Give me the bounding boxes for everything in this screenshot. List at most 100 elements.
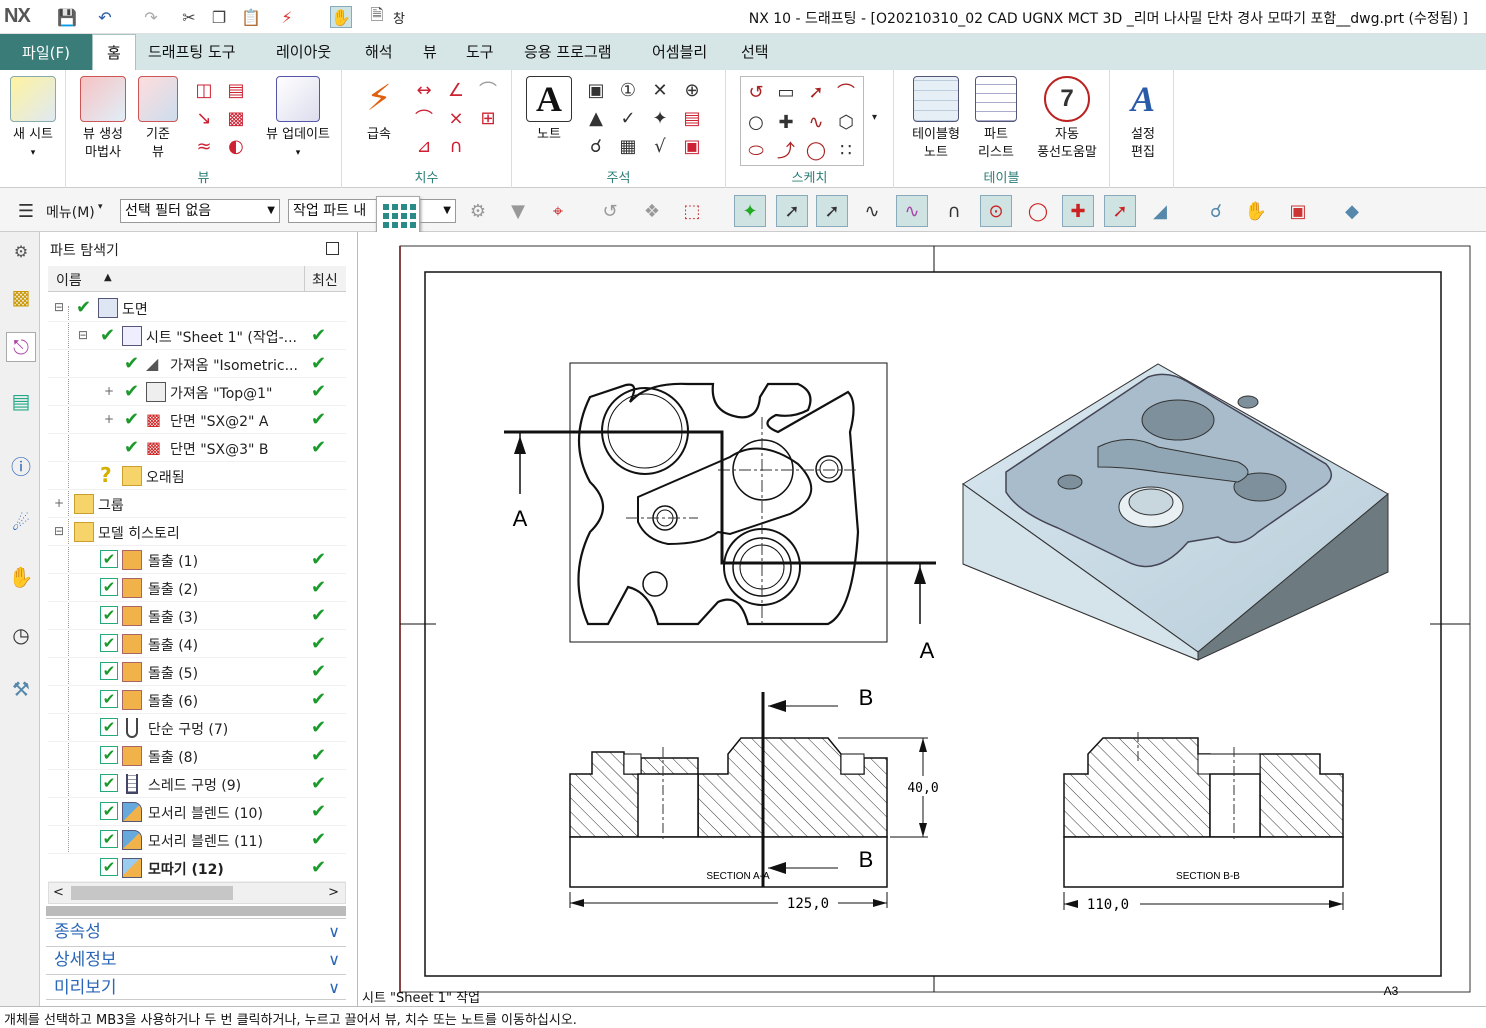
- tab-analysis[interactable]: 해석: [365, 34, 393, 70]
- surface-finish-icon[interactable]: ✓: [616, 106, 640, 130]
- shade-mode-icon[interactable]: ◆: [1336, 195, 1368, 227]
- visibility-checkbox[interactable]: ✔: [100, 550, 118, 568]
- window-icon[interactable]: 🗎: [366, 5, 388, 28]
- settings-gear-icon[interactable]: ⚙: [6, 236, 36, 266]
- rectangle-select-icon[interactable]: ⬚: [676, 195, 708, 227]
- expand-icon[interactable]: +: [54, 496, 64, 510]
- tree-node-extrude-8[interactable]: ✔ 돌출 (8) ✔: [48, 742, 346, 770]
- tree-node-extrude-6[interactable]: ✔ 돌출 (6) ✔: [48, 686, 346, 714]
- tree-node-view-top[interactable]: + ✔ 가져옴 "Top@1" ✔: [48, 378, 346, 406]
- selection-filter-dropdown[interactable]: 선택 필터 없음 ▼: [120, 199, 280, 223]
- centerline-cross-icon[interactable]: ✕: [648, 78, 672, 102]
- new-sheet-button[interactable]: 새 시트 ▾: [6, 76, 60, 162]
- mid-point-icon[interactable]: ➚: [816, 195, 848, 227]
- splitter[interactable]: [46, 906, 346, 916]
- arc-length-icon[interactable]: ⌒: [476, 78, 500, 102]
- undo-icon[interactable]: ↶: [94, 6, 116, 28]
- preview-panel[interactable]: 미리보기 ∨: [46, 974, 346, 1000]
- tree-node-simple-hole[interactable]: ✔ 단순 구멍 (7) ✔: [48, 714, 346, 742]
- pattern-select-icon[interactable]: ❖: [636, 195, 668, 227]
- offset-curve-icon[interactable]: ◯: [804, 138, 828, 162]
- collapse-icon[interactable]: ⊟: [54, 524, 64, 538]
- visibility-checkbox[interactable]: ✔: [100, 718, 118, 736]
- tree-node-drawing[interactable]: ⊟ ✔ 도면: [48, 294, 346, 322]
- visibility-checkbox[interactable]: ✔: [100, 830, 118, 848]
- reuse-library-icon[interactable]: ▤: [6, 386, 36, 416]
- touch-mode-icon[interactable]: ✋: [330, 6, 352, 28]
- visibility-checkbox[interactable]: ✔: [100, 634, 118, 652]
- filter-icon[interactable]: ▼: [502, 195, 534, 227]
- hd3d-tools-icon[interactable]: ⓘ: [6, 450, 36, 480]
- menu-button[interactable]: 메뉴(M): [46, 202, 95, 222]
- area-fill-icon[interactable]: ▣: [680, 134, 704, 158]
- isometric-view[interactable]: [962, 363, 1389, 661]
- quadrant-point-icon[interactable]: ◯: [1022, 195, 1054, 227]
- scroll-right-icon[interactable]: >: [328, 885, 339, 900]
- base-view-button[interactable]: 기준 뷰: [136, 76, 180, 162]
- tree-node-outdated[interactable]: ? 오래됨: [48, 462, 346, 490]
- polygon-icon[interactable]: ⬡: [834, 110, 858, 134]
- tab-applications[interactable]: 응용 프로그램: [524, 34, 612, 70]
- menu-icon[interactable]: ☰: [8, 195, 44, 227]
- tab-home[interactable]: 홈: [92, 34, 136, 70]
- web-browser-icon[interactable]: ☄: [6, 508, 36, 538]
- clock-icon[interactable]: ◷: [6, 620, 36, 650]
- paste-icon[interactable]: 📋: [240, 6, 262, 28]
- expand-icon[interactable]: +: [104, 412, 114, 426]
- tree-node-edge-blend-11[interactable]: ✔ 모서리 블렌드 (11) ✔: [48, 826, 346, 854]
- tree-node-sheet[interactable]: ⊟ ✔ 시트 "Sheet 1" (작업-... ✔: [48, 322, 346, 350]
- tree-node-section-a[interactable]: + ✔ ▩ 단면 "SX@2" A ✔: [48, 406, 346, 434]
- tree-node-extrude-2[interactable]: ✔ 돌출 (2) ✔: [48, 574, 346, 602]
- tree-node-edge-blend-10[interactable]: ✔ 모서리 블렌드 (10) ✔: [48, 798, 346, 826]
- tab-view[interactable]: 뷰: [423, 34, 437, 70]
- image-icon[interactable]: ▦: [616, 134, 640, 158]
- visibility-checkbox[interactable]: ✔: [100, 578, 118, 596]
- center-mark-icon[interactable]: ⊕: [680, 78, 704, 102]
- circle-icon[interactable]: ○: [744, 110, 768, 134]
- file-menu-button[interactable]: 파일(F): [0, 34, 92, 70]
- zoom-region-icon[interactable]: ☌: [1200, 195, 1232, 227]
- window-menu[interactable]: 창: [393, 8, 405, 27]
- visibility-checkbox[interactable]: ✔: [100, 690, 118, 708]
- dimension-height[interactable]: 40,0: [907, 781, 938, 796]
- collapse-icon[interactable]: ⊟: [78, 328, 88, 342]
- tab-selection[interactable]: 선택: [741, 34, 769, 70]
- rectangle-icon[interactable]: ▭: [774, 80, 798, 104]
- zoom-annotation-icon[interactable]: ☌: [584, 134, 608, 158]
- dependencies-panel[interactable]: 종속성 ∨: [46, 918, 346, 944]
- dimension-width-b[interactable]: 110,0: [1087, 897, 1129, 913]
- visibility-checkbox[interactable]: ✔: [100, 858, 118, 876]
- point-on-surface-icon[interactable]: ◢: [1144, 195, 1176, 227]
- tree-node-section-b[interactable]: ✔ ▩ 단면 "SX@3" B ✔: [48, 434, 346, 462]
- tab-assemblies[interactable]: 어셈블리: [652, 34, 707, 70]
- visibility-checkbox[interactable]: ✔: [100, 802, 118, 820]
- visibility-checkbox[interactable]: ✔: [100, 746, 118, 764]
- arc-icon[interactable]: ⌒: [834, 80, 858, 104]
- ellipse-icon[interactable]: ⬭: [744, 138, 768, 162]
- section-line-icon[interactable]: ↘: [192, 106, 216, 130]
- assembly-navigator-icon[interactable]: ▩: [6, 282, 36, 312]
- existing-point-icon[interactable]: ✚: [1062, 195, 1094, 227]
- perimeter-dimension-icon[interactable]: ∩: [444, 134, 468, 158]
- view-wizard-button[interactable]: 뷰 생성 마법사: [74, 76, 132, 162]
- profile-icon[interactable]: ↺: [744, 80, 768, 104]
- horizontal-scrollbar[interactable]: < >: [48, 882, 346, 904]
- parts-list-button[interactable]: 파트 리스트: [972, 76, 1020, 162]
- angular-dimension-icon[interactable]: ∠: [444, 78, 468, 102]
- feature-control-frame-icon[interactable]: ▣: [584, 78, 608, 102]
- weld-symbol-icon[interactable]: √: [648, 134, 672, 158]
- tab-drafting-tools[interactable]: 드래프팅 도구: [148, 34, 236, 70]
- pattern-curve-icon[interactable]: ∷: [834, 138, 858, 162]
- details-panel[interactable]: 상세정보 ∨: [46, 946, 346, 972]
- target-point-icon[interactable]: ✦: [648, 106, 672, 130]
- tree-node-extrude-1[interactable]: ✔ 돌출 (1) ✔: [48, 546, 346, 574]
- end-point-icon[interactable]: ➚: [776, 195, 808, 227]
- expand-icon[interactable]: +: [104, 384, 114, 398]
- snap-point-icon[interactable]: ✦: [734, 195, 766, 227]
- break-view-icon[interactable]: ≈: [192, 134, 216, 158]
- line-icon[interactable]: ➚: [804, 80, 828, 104]
- tree-node-extrude-5[interactable]: ✔ 돌출 (5) ✔: [48, 658, 346, 686]
- studio-spline-icon[interactable]: ∿: [804, 110, 828, 134]
- circle-center-icon[interactable]: ⊙: [980, 195, 1012, 227]
- column-latest-header[interactable]: 최신: [312, 270, 338, 290]
